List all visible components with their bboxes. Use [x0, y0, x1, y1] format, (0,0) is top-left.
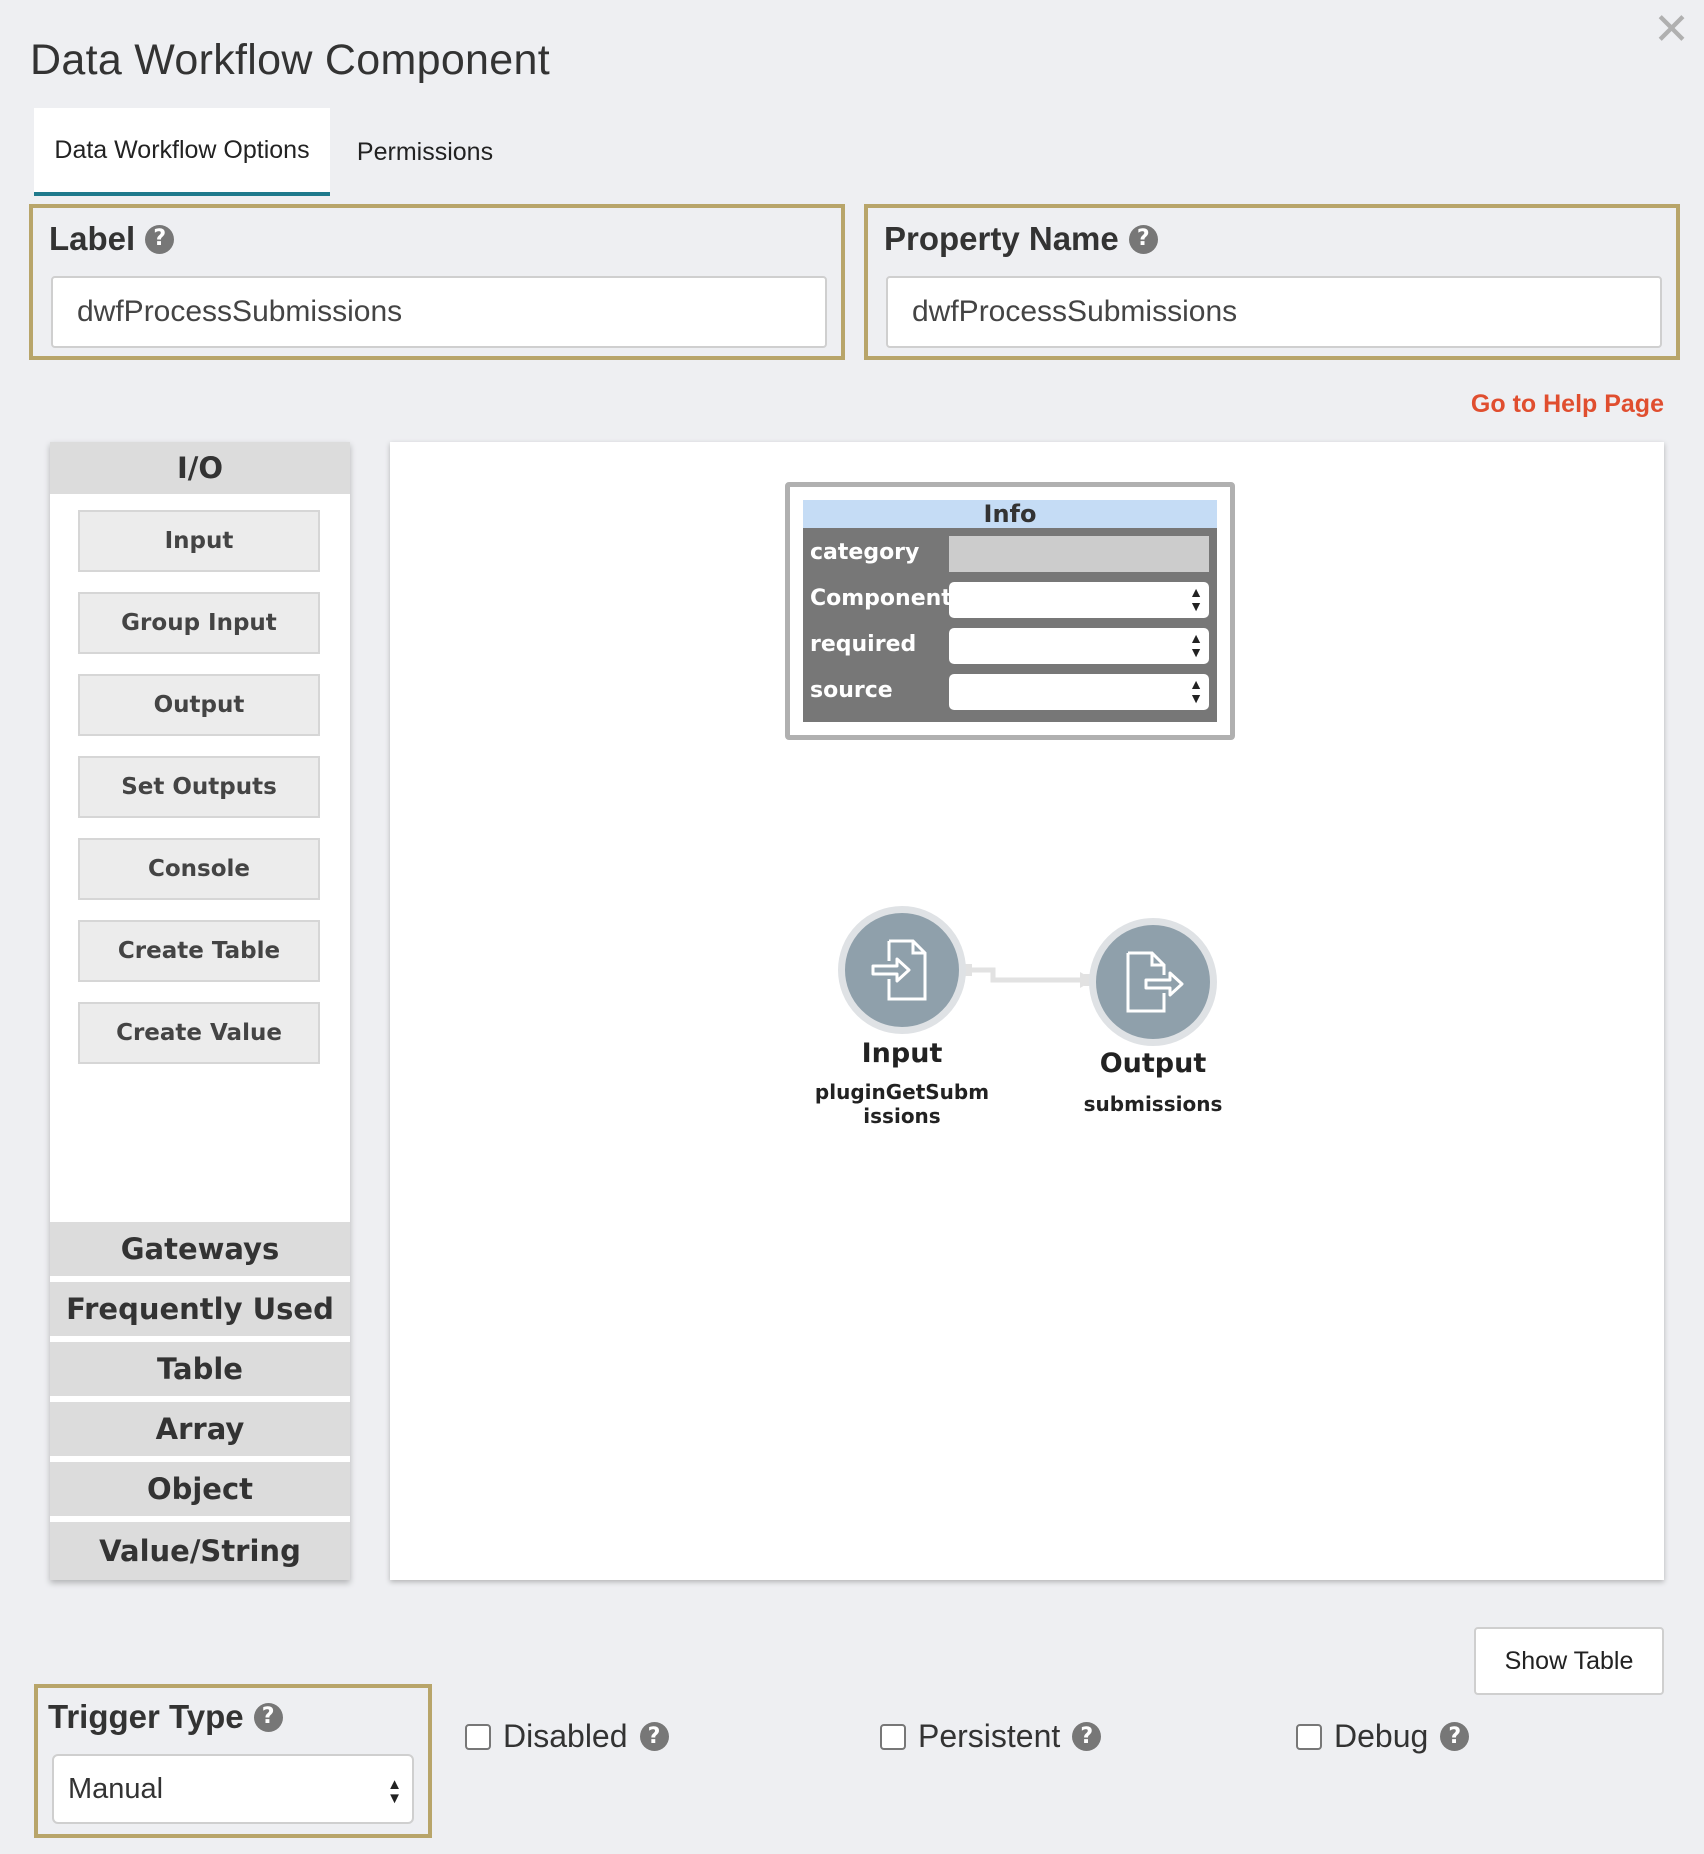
- input-node-subtitle: pluginGetSubmissions: [814, 1080, 990, 1128]
- close-icon[interactable]: ✕: [1653, 8, 1690, 52]
- palette-item-set-outputs[interactable]: Set Outputs: [78, 756, 320, 818]
- debug-checkbox[interactable]: [1296, 1723, 1322, 1750]
- palette-item-create-value[interactable]: Create Value: [78, 1002, 320, 1064]
- property-name-input[interactable]: dwfProcessSubmissions: [886, 276, 1662, 348]
- dialog-title: Data Workflow Component: [30, 36, 550, 84]
- trigger-type-title: Trigger Type ?: [48, 1698, 283, 1736]
- persistent-checkbox[interactable]: [880, 1723, 906, 1750]
- file-import-icon: [871, 939, 927, 1001]
- property-name-field-group: Property Name ? dwfProcessSubmissions: [864, 204, 1680, 360]
- output-node-subtitle: submissions: [1083, 1092, 1223, 1116]
- output-node[interactable]: [1089, 918, 1217, 1046]
- label-field-title: Label ?: [49, 220, 175, 258]
- help-icon[interactable]: ?: [1072, 1722, 1102, 1751]
- trigger-type-label: Trigger Type: [48, 1698, 244, 1735]
- tab-permissions[interactable]: Permissions: [345, 108, 505, 196]
- debug-label: Debug: [1334, 1718, 1429, 1754]
- palette-section-frequently-used[interactable]: Frequently Used: [50, 1282, 350, 1336]
- help-icon[interactable]: ?: [145, 224, 175, 254]
- disabled-checkbox[interactable]: [465, 1723, 491, 1750]
- input-node[interactable]: [838, 906, 966, 1034]
- palette-section-array[interactable]: Array: [50, 1402, 350, 1456]
- component-palette: I/O Input Group Input Output Set Outputs…: [50, 442, 350, 1580]
- label-field-label: Label: [49, 220, 136, 257]
- debug-option: Debug ?: [1296, 1718, 1470, 1755]
- palette-section-table[interactable]: Table: [50, 1342, 350, 1396]
- help-icon[interactable]: ?: [1440, 1722, 1470, 1751]
- file-export-icon: [1126, 951, 1184, 1013]
- label-input[interactable]: dwfProcessSubmissions: [51, 276, 827, 348]
- trigger-type-select[interactable]: Manual ▲ ▼: [52, 1754, 414, 1824]
- persistent-label: Persistent: [918, 1718, 1061, 1754]
- palette-item-group-input[interactable]: Group Input: [78, 592, 320, 654]
- input-node-title: Input: [861, 1038, 943, 1069]
- palette-section-value-string[interactable]: Value/String: [50, 1522, 350, 1580]
- palette-item-input[interactable]: Input: [78, 510, 320, 572]
- help-icon[interactable]: ?: [253, 1702, 283, 1732]
- palette-item-console[interactable]: Console: [78, 838, 320, 900]
- palette-section-gateways[interactable]: Gateways: [50, 1222, 350, 1276]
- node-connector: [962, 964, 1094, 988]
- property-name-title: Property Name ?: [884, 220, 1158, 258]
- show-table-button[interactable]: Show Table: [1474, 1627, 1664, 1695]
- disabled-label: Disabled: [503, 1718, 628, 1754]
- label-field-group: Label ? dwfProcessSubmissions: [29, 204, 845, 360]
- select-arrows-icon: ▲ ▼: [387, 1776, 402, 1807]
- trigger-type-group: Trigger Type ? Manual ▲ ▼: [34, 1684, 432, 1838]
- property-name-label: Property Name: [884, 220, 1119, 257]
- palette-item-output[interactable]: Output: [78, 674, 320, 736]
- trigger-type-value: Manual: [68, 1772, 164, 1805]
- palette-item-create-table[interactable]: Create Table: [78, 920, 320, 982]
- output-node-title: Output: [1099, 1048, 1207, 1079]
- tab-data-workflow-options[interactable]: Data Workflow Options: [34, 108, 330, 196]
- palette-io-header[interactable]: I/O: [50, 442, 350, 494]
- workflow-canvas[interactable]: Info category Component ▲ ▼ required ▲ ▼ s…: [390, 442, 1664, 1580]
- go-to-help-page-link[interactable]: Go to Help Page: [1471, 390, 1664, 419]
- persistent-option: Persistent ?: [880, 1718, 1102, 1755]
- palette-section-object[interactable]: Object: [50, 1462, 350, 1516]
- help-icon[interactable]: ?: [639, 1722, 669, 1751]
- help-icon[interactable]: ?: [1128, 224, 1158, 254]
- disabled-option: Disabled ?: [465, 1718, 669, 1755]
